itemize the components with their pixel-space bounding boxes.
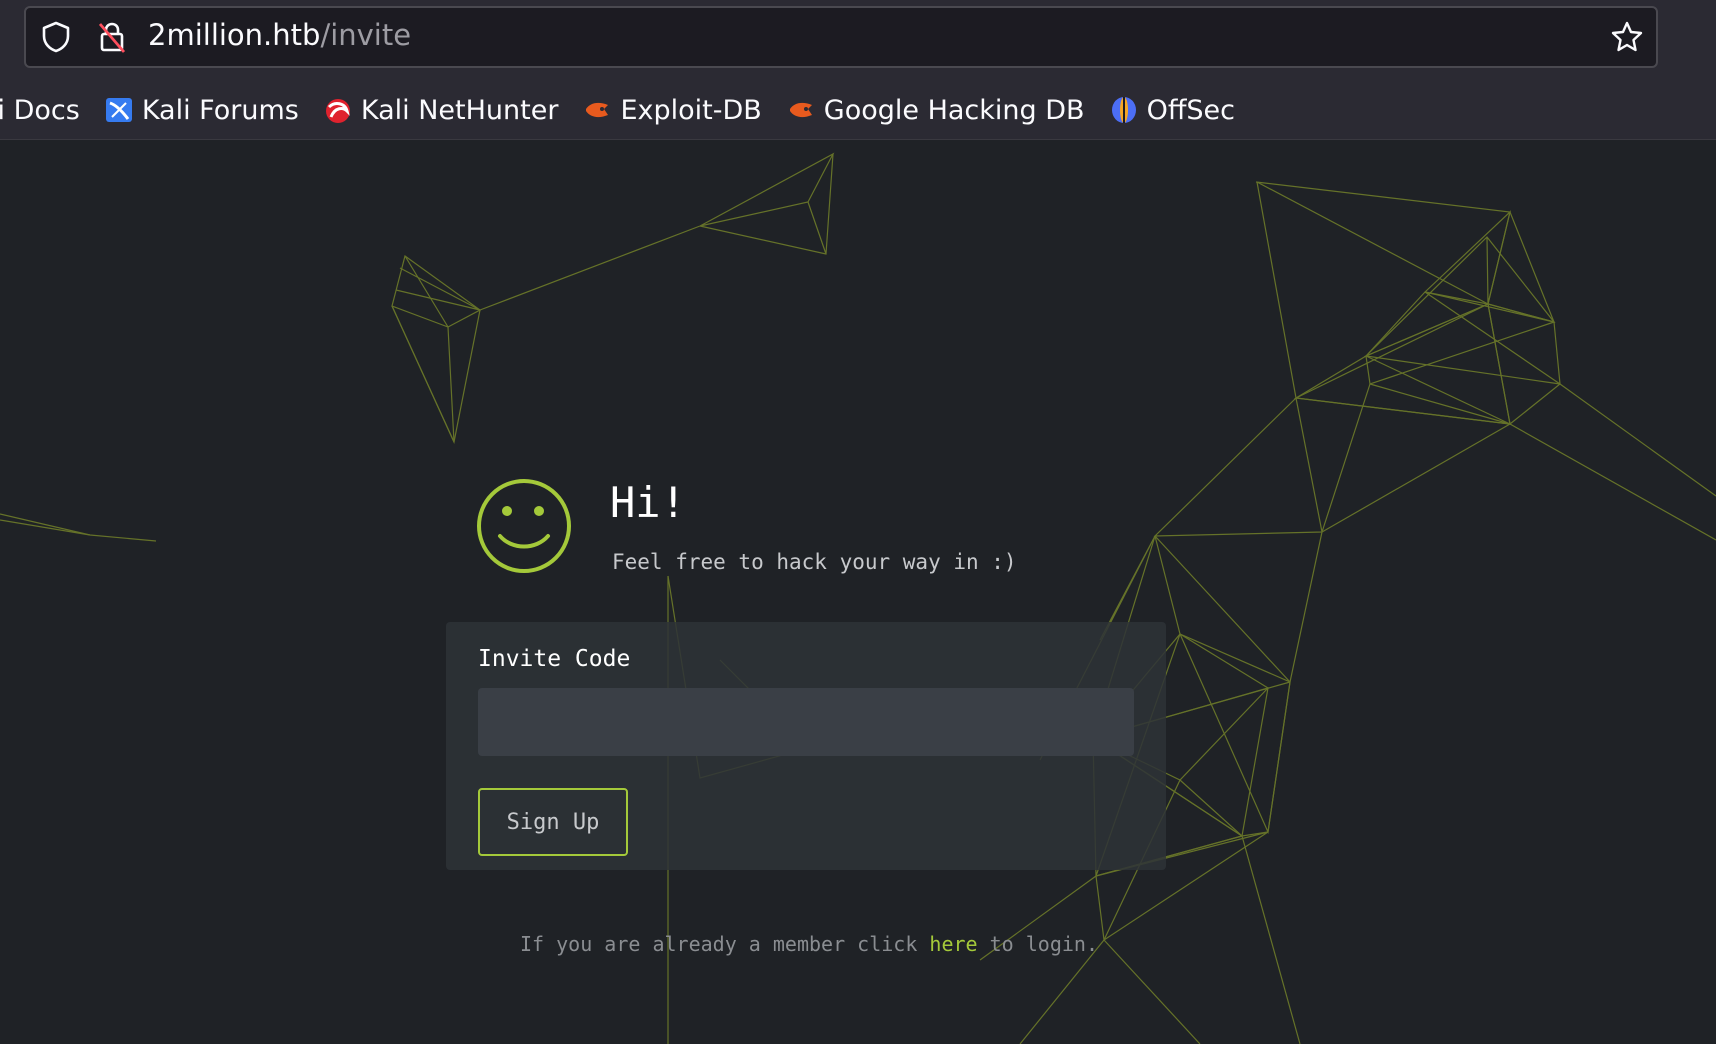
login-prefix: If you are already a member click [520, 932, 930, 956]
kali-nethunter-icon [325, 99, 350, 123]
login-suffix: to login. [977, 932, 1098, 956]
bookmark-label: Kali NetHunter [360, 94, 559, 126]
bookmark-kali-nethunter[interactable]: Kali NetHunter [323, 94, 559, 126]
invite-page: Hi! Feel free to hack your way in :) Inv… [0, 140, 1716, 1044]
url-text[interactable]: 2million.htb/invite [148, 18, 411, 52]
bookmark-label: Google Hacking DB [823, 94, 1085, 126]
bookmark-ghdb[interactable]: Google Hacking DB [786, 95, 1085, 126]
login-link[interactable]: here [929, 932, 977, 956]
kali-forums-icon [105, 98, 132, 122]
exploit-db-icon [586, 102, 609, 118]
greeting-subtitle: Feel free to hack your way in :) [612, 550, 1017, 574]
invite-code-label: Invite Code [478, 646, 631, 672]
bookmark-label: Exploit-DB [620, 94, 762, 126]
insecure-lock-icon[interactable] [96, 20, 128, 54]
offsec-icon [1111, 97, 1136, 123]
bookmark-kali-docs[interactable]: li Docs [0, 95, 80, 126]
browser-toolbar: 2million.htb/invite li Docs Kali Forums … [0, 0, 1716, 140]
url-host: 2million.htb [148, 18, 321, 52]
smiley-face-icon [477, 479, 571, 573]
invite-code-input[interactable] [478, 688, 1134, 756]
bookmark-star-icon[interactable] [1610, 20, 1644, 54]
bookmark-kali-forums[interactable]: Kali Forums [104, 95, 299, 126]
sign-up-button[interactable]: Sign Up [478, 788, 628, 856]
background-particle-mesh [0, 152, 1716, 1044]
login-prompt: If you are already a member click here t… [520, 932, 1098, 956]
invite-form-card: Invite Code Sign Up [446, 622, 1166, 870]
bookmark-label: li Docs [0, 94, 80, 126]
bookmark-offsec[interactable]: OffSec [1109, 95, 1235, 126]
bookmarks-toolbar: li Docs Kali Forums Kali NetHunter Explo… [0, 82, 1716, 138]
greeting-heading: Hi! [610, 478, 686, 527]
shield-icon[interactable] [40, 20, 72, 54]
ghdb-icon [789, 102, 812, 118]
bookmark-exploit-db[interactable]: Exploit-DB [582, 94, 762, 126]
bookmark-label: OffSec [1146, 94, 1236, 126]
bookmark-label: Kali Forums [141, 94, 299, 126]
url-path: /invite [320, 18, 412, 52]
address-bar[interactable]: 2million.htb/invite [24, 6, 1658, 68]
